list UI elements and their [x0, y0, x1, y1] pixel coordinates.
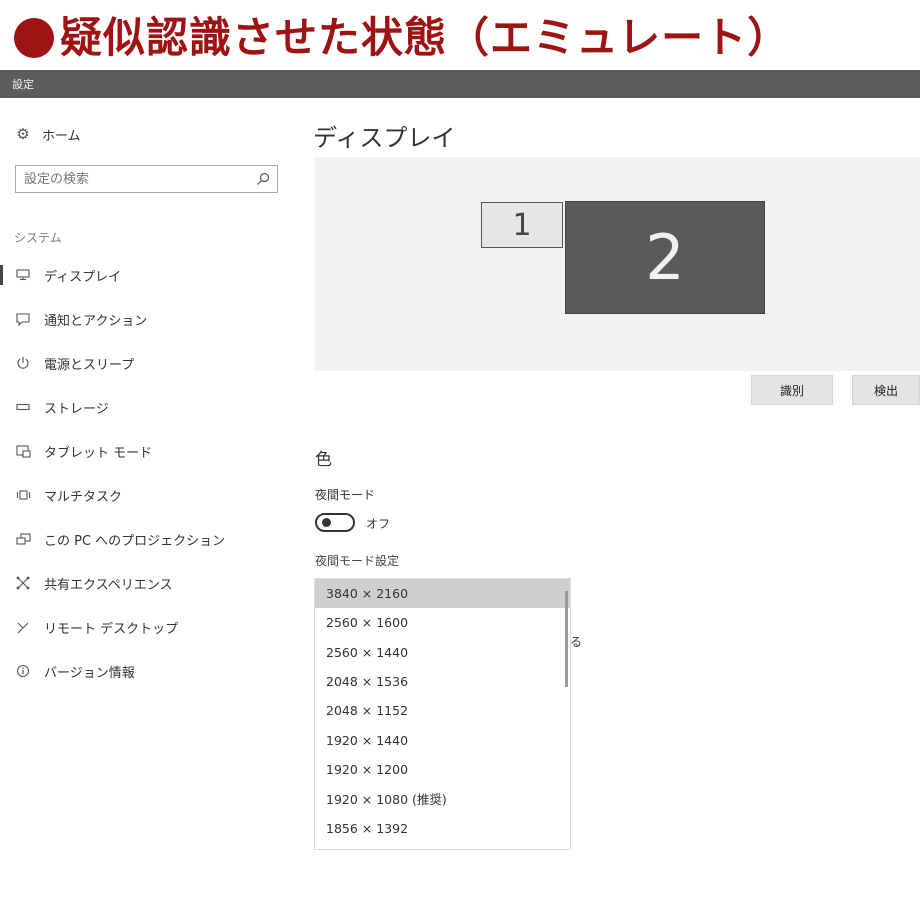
- monitor-2[interactable]: 2: [565, 201, 765, 314]
- sidebar-item-tablet-mode[interactable]: タブレット モード: [0, 436, 300, 480]
- sidebar-item-storage[interactable]: ストレージ: [0, 392, 300, 436]
- window-title: 設定: [12, 78, 34, 91]
- sidebar-item-multitask[interactable]: マルチタスク: [0, 480, 300, 524]
- monitor-1[interactable]: 1: [481, 202, 563, 248]
- monitor-arrangement: 1 2: [315, 157, 920, 371]
- sidebar-item-label: タブレット モード: [44, 445, 153, 461]
- banner: 疑似認識させた状態（エミュレート）: [0, 0, 920, 70]
- color-heading: 色: [315, 450, 332, 470]
- sidebar-item-display[interactable]: ディスプレイ: [0, 260, 300, 304]
- sidebar-item-power[interactable]: 電源とスリープ: [0, 348, 300, 392]
- resolution-option[interactable]: 1920 × 1440: [315, 725, 570, 754]
- resolution-option[interactable]: 1920 × 1200: [315, 755, 570, 784]
- resolution-option[interactable]: 2560 × 1440: [315, 638, 570, 667]
- sidebar-nav: ディスプレイ 通知とアクション 電源とスリープ ストレージ タブレット モード: [0, 260, 300, 700]
- projection-icon: [14, 532, 32, 546]
- resolution-dropdown-list[interactable]: 3840 × 2160 2560 × 1600 2560 × 1440 2048…: [314, 578, 571, 850]
- sidebar-home[interactable]: ⚙ ホーム: [14, 124, 81, 144]
- resolution-option[interactable]: 1920 × 1080 (推奨): [315, 784, 570, 813]
- sidebar: ⚙ ホーム システム ディスプレイ 通知とアクション 電源とスリープ: [0, 98, 300, 920]
- sidebar-item-label: 共有エクスペリエンス: [44, 577, 173, 593]
- obscured-text-fragment: る: [570, 635, 583, 649]
- search-box[interactable]: [15, 165, 278, 193]
- sidebar-item-projection[interactable]: この PC へのプロジェクション: [0, 524, 300, 568]
- notification-icon: [14, 312, 32, 326]
- sidebar-item-label: この PC へのプロジェクション: [44, 533, 226, 549]
- info-icon: [14, 664, 32, 678]
- search-icon[interactable]: [255, 171, 271, 187]
- shared-experience-icon: [14, 576, 32, 590]
- remote-desktop-icon: [14, 620, 32, 634]
- list-scrollbar[interactable]: [565, 591, 568, 687]
- sidebar-item-label: 通知とアクション: [44, 313, 148, 329]
- identify-button[interactable]: 識別: [751, 375, 833, 405]
- home-label: ホーム: [42, 128, 81, 144]
- resolution-option[interactable]: 2048 × 1536: [315, 667, 570, 696]
- sidebar-item-notifications[interactable]: 通知とアクション: [0, 304, 300, 348]
- storage-icon: [14, 403, 32, 411]
- resolution-option[interactable]: 1856 × 1392: [315, 813, 570, 842]
- sidebar-item-shared-experiences[interactable]: 共有エクスペリエンス: [0, 568, 300, 612]
- resolution-option[interactable]: 2560 × 1600: [315, 608, 570, 637]
- power-icon: [14, 356, 32, 370]
- search-input[interactable]: [24, 170, 249, 188]
- banner-title: 疑似認識させた状態（エミュレート）: [60, 13, 791, 62]
- sidebar-item-label: 電源とスリープ: [44, 357, 135, 373]
- gear-icon: ⚙: [16, 125, 30, 143]
- sidebar-item-remote-desktop[interactable]: リモート デスクトップ: [0, 612, 300, 656]
- sidebar-item-label: リモート デスクトップ: [44, 621, 179, 637]
- monitor-icon: [14, 269, 32, 281]
- tablet-mode-icon: [14, 444, 32, 458]
- night-mode-settings-link[interactable]: 夜間モード設定: [315, 552, 399, 569]
- night-mode-toggle[interactable]: [315, 513, 355, 532]
- main-content: ディスプレイ 1 2 識別 検出 色 夜間モード オフ 夜間モード設定 3840…: [300, 98, 920, 920]
- toggle-state-label: オフ: [366, 517, 391, 531]
- sidebar-item-label: マルチタスク: [44, 489, 123, 505]
- multitask-icon: [14, 490, 32, 500]
- sidebar-item-about[interactable]: バージョン情報: [0, 656, 300, 700]
- sidebar-item-label: ディスプレイ: [44, 269, 122, 285]
- resolution-option[interactable]: 3840 × 2160: [315, 579, 570, 609]
- night-mode-label: 夜間モード: [315, 488, 376, 502]
- resolution-option[interactable]: 2048 × 1152: [315, 696, 570, 725]
- toggle-knob: [322, 518, 331, 527]
- sidebar-item-label: ストレージ: [44, 401, 109, 417]
- window-titlebar[interactable]: 設定: [0, 70, 920, 98]
- sidebar-item-label: バージョン情報: [44, 665, 135, 681]
- section-label-system: システム: [14, 231, 62, 245]
- banner-bullet-icon: [14, 18, 54, 58]
- page-title: ディスプレイ: [313, 124, 456, 152]
- detect-button[interactable]: 検出: [852, 375, 920, 405]
